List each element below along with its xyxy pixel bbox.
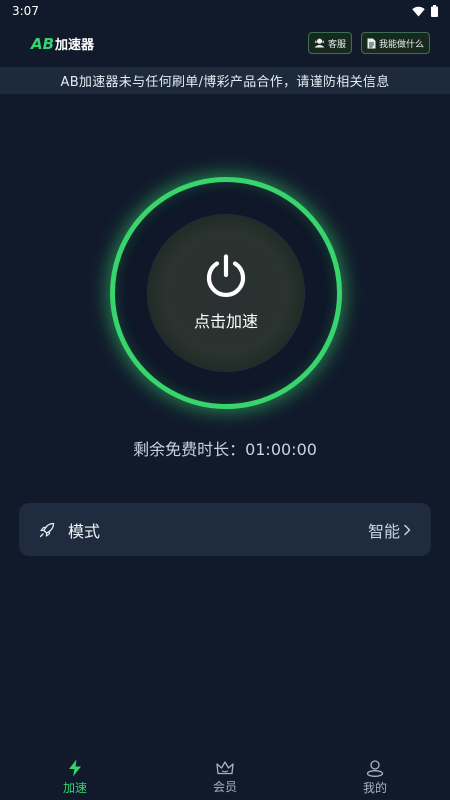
mode-right: 智能 xyxy=(368,518,411,542)
power-button[interactable]: 点击加速 xyxy=(148,215,304,371)
what-can-i-do-label: 我能做什么 xyxy=(378,39,424,50)
lightning-icon xyxy=(69,759,81,777)
header-buttons: 客服 我能做什么 xyxy=(307,32,430,54)
what-can-i-do-button[interactable]: 我能做什么 xyxy=(360,32,430,54)
logo-text: 加速器 xyxy=(55,37,95,53)
tab-profile-label: 我的 xyxy=(362,780,387,795)
rocket-icon xyxy=(39,522,55,537)
tab-accelerate[interactable]: 加速 xyxy=(0,759,150,796)
power-icon xyxy=(206,254,246,298)
status-icons xyxy=(412,5,438,17)
power-label: 点击加速 xyxy=(193,312,258,331)
app-logo: AB 加速器 xyxy=(31,34,94,53)
mode-left: 模式 xyxy=(39,518,100,542)
app-header: AB 加速器 客服 我能做什么 xyxy=(0,30,450,56)
mode-value: 智能 xyxy=(367,521,400,541)
tab-profile[interactable]: 我的 xyxy=(300,759,450,796)
customer-service-icon xyxy=(314,38,325,48)
tab-membership[interactable]: 会员 xyxy=(150,760,300,795)
mode-label: 模式 xyxy=(68,521,101,541)
status-time: 3:07 xyxy=(12,4,39,18)
document-icon xyxy=(367,38,376,48)
wifi-icon xyxy=(412,6,425,16)
customer-service-button[interactable]: 客服 xyxy=(307,32,352,54)
notice-banner: AB加速器未与任何刷单/博彩产品合作，请谨防相关信息 xyxy=(0,67,450,94)
mode-selector[interactable]: 模式 智能 xyxy=(19,503,431,556)
status-bar: 3:07 xyxy=(0,0,450,22)
tab-accelerate-label: 加速 xyxy=(62,781,87,795)
remaining-time: 剩余免费时长：01:00:00 xyxy=(133,440,317,459)
bottom-tab-bar: 加速 会员 我的 xyxy=(0,755,450,800)
power-area: 点击加速 xyxy=(110,177,342,409)
chevron-right-icon xyxy=(404,524,411,535)
tab-membership-label: 会员 xyxy=(212,780,237,794)
logo-ab: AB xyxy=(31,34,55,53)
customer-service-label: 客服 xyxy=(327,39,346,50)
profile-icon xyxy=(366,759,384,777)
crown-icon xyxy=(216,761,234,775)
battery-icon xyxy=(431,5,438,17)
